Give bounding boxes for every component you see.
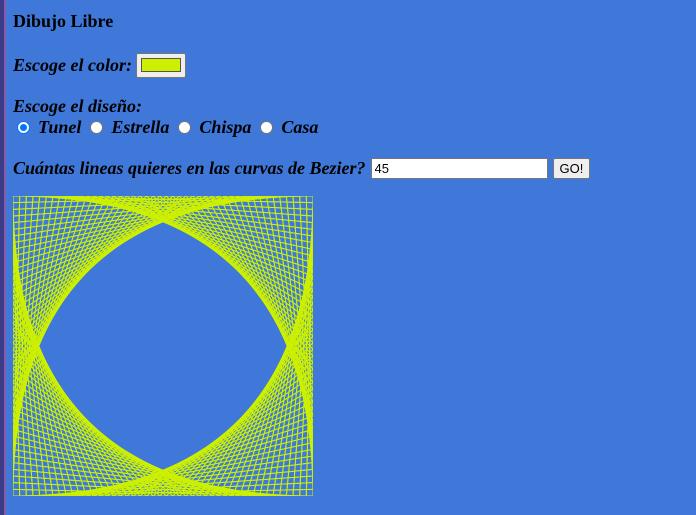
design-label: Escoge el diseño: [13,96,142,116]
radio-tunel-label[interactable]: Tunel [38,117,81,138]
drawing-line [13,196,174,337]
radio-estrella[interactable] [90,120,104,134]
drawing-line [13,335,154,496]
color-swatch [140,58,181,72]
lines-count-input[interactable] [370,157,548,179]
radio-chispa-label[interactable]: Chispa [199,117,251,138]
radio-casa-label[interactable]: Casa [281,117,318,138]
drawing-line [152,355,313,496]
drawing-line [152,196,313,337]
drawing-line [172,335,313,496]
design-radio-group: Tunel Estrella Chispa Casa [17,117,327,137]
drawing-canvas[interactable] [13,196,313,496]
bezier-lines-row: Cuántas lineas quieres en las curvas de … [13,157,591,179]
radio-chispa[interactable] [178,120,192,134]
drawing-line [172,196,313,357]
drawing-line [13,196,154,357]
bezier-lines-label: Cuántas lineas quieres en las curvas de … [13,157,366,178]
radio-estrella-label[interactable]: Estrella [111,117,169,138]
color-picker-row: Escoge el color: [13,52,186,78]
color-picker-button[interactable] [135,52,186,78]
radio-tunel[interactable] [17,120,30,134]
radio-casa[interactable] [260,120,274,134]
color-label: Escoge el color: [13,54,132,75]
page-title: Dibujo Libre [13,11,114,31]
window-left-edge [0,0,5,515]
drawing-line [13,355,174,496]
go-button[interactable]: GO! [552,157,591,179]
